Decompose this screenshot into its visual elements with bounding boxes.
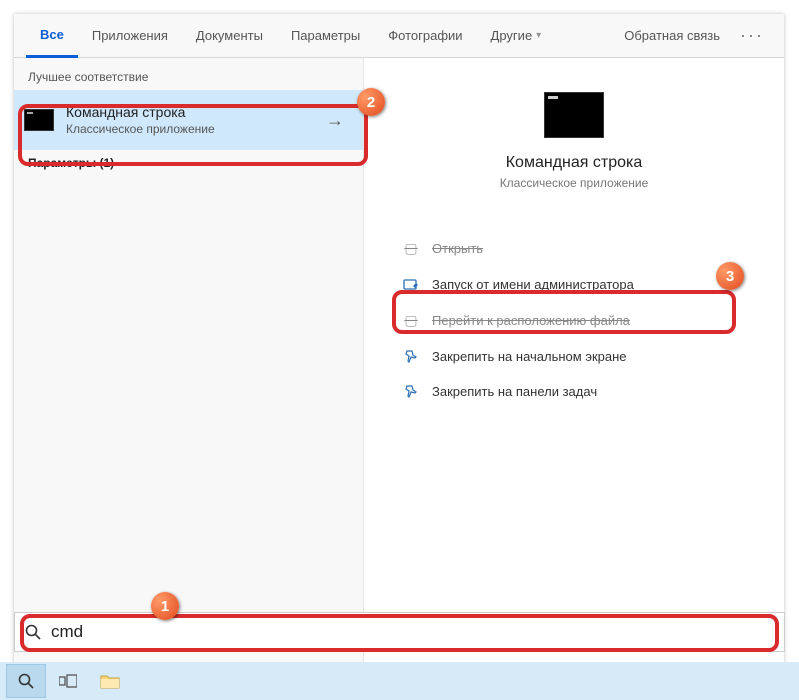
search-icon xyxy=(25,624,43,640)
preview-title: Командная строка xyxy=(364,154,784,172)
arrow-right-icon[interactable]: → xyxy=(317,102,353,138)
best-match-title: Командная строка xyxy=(66,104,317,120)
open-icon: ▢ xyxy=(400,240,422,257)
step-badge-3: 3 xyxy=(716,262,744,290)
action-list: ▢ Открыть Запуск от имени администратора… xyxy=(364,230,784,409)
tab-params[interactable]: Параметры xyxy=(277,14,374,58)
folder-icon: ▢ xyxy=(400,312,422,329)
best-match-subtitle: Классическое приложение xyxy=(66,122,317,136)
admin-icon xyxy=(400,278,422,292)
search-input[interactable] xyxy=(51,622,774,642)
results-pane: Лучшее соответствие Командная строка Кла… xyxy=(14,58,364,686)
cmd-icon xyxy=(24,109,54,131)
more-icon[interactable]: ··· xyxy=(732,25,772,46)
tab-photos[interactable]: Фотографии xyxy=(374,14,476,58)
tab-apps[interactable]: Приложения xyxy=(78,14,182,58)
pin-icon xyxy=(400,385,422,399)
best-match-header: Лучшее соответствие xyxy=(14,64,363,90)
settings-results-header[interactable]: Параметры (1) xyxy=(14,150,363,176)
taskbar-taskview-button[interactable] xyxy=(48,664,88,698)
action-pin-taskbar[interactable]: Закрепить на панели задач xyxy=(396,374,752,409)
chevron-down-icon: ▾ xyxy=(536,30,541,41)
action-run-as-admin[interactable]: Запуск от имени администратора xyxy=(396,267,752,302)
taskbar xyxy=(0,662,799,700)
tab-other[interactable]: Другие▾ xyxy=(477,14,556,58)
preview-cmd-icon xyxy=(544,92,604,138)
tab-all[interactable]: Все xyxy=(26,14,78,58)
action-pin-start[interactable]: Закрепить на начальном экране xyxy=(396,339,752,374)
step-badge-1: 1 xyxy=(151,592,179,620)
taskbar-search-button[interactable] xyxy=(6,664,46,698)
action-open-location[interactable]: ▢ Перейти к расположению файла xyxy=(396,302,752,339)
taskbar-explorer-button[interactable] xyxy=(90,664,130,698)
preview-pane: Командная строка Классическое приложение… xyxy=(364,58,784,686)
best-match-item[interactable]: Командная строка Классическое приложение… xyxy=(14,90,363,150)
search-box[interactable] xyxy=(14,612,785,652)
search-window: Все Приложения Документы Параметры Фотог… xyxy=(14,14,784,686)
filter-tabs: Все Приложения Документы Параметры Фотог… xyxy=(14,14,784,58)
pin-icon xyxy=(400,350,422,364)
preview-subtitle: Классическое приложение xyxy=(364,176,784,190)
tab-docs[interactable]: Документы xyxy=(182,14,277,58)
feedback-link[interactable]: Обратная связь xyxy=(612,28,732,43)
step-badge-2: 2 xyxy=(357,88,385,116)
action-open[interactable]: ▢ Открыть xyxy=(396,230,752,267)
